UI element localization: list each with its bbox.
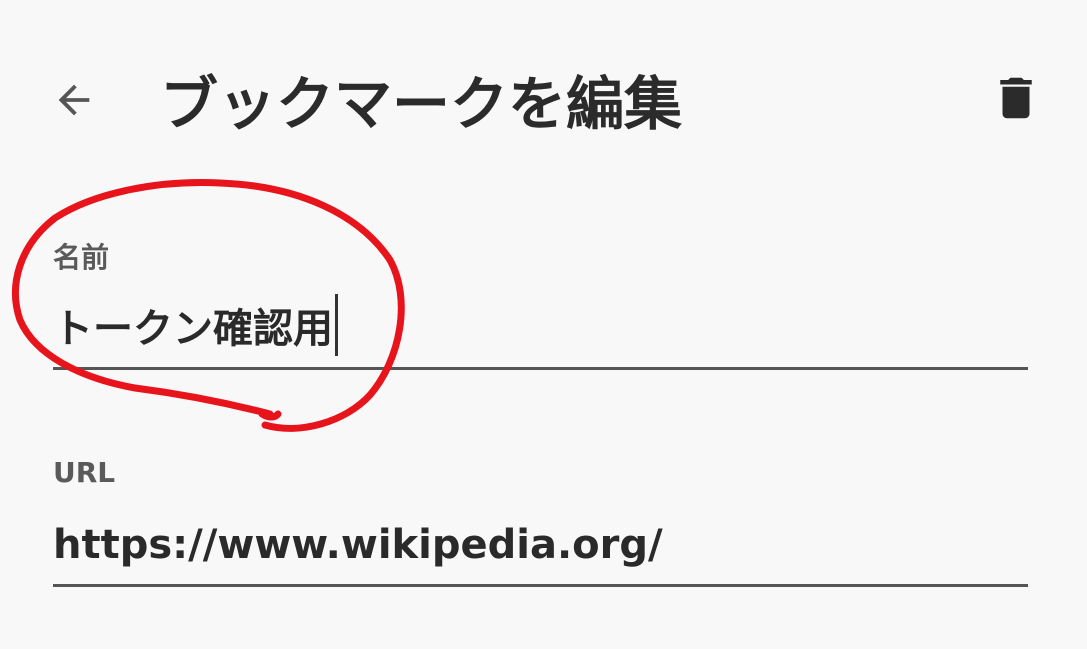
edit-bookmark-screen: ブックマークを編集 名前 トークン確認用 URL https://www.wik… xyxy=(0,0,1087,649)
name-field-value: トークン確認用 xyxy=(53,306,333,352)
url-field[interactable]: https://www.wikipedia.org/ xyxy=(53,514,1028,576)
delete-button[interactable] xyxy=(984,68,1048,132)
text-cursor xyxy=(335,294,338,356)
url-field-label: URL xyxy=(53,456,116,489)
url-field-value: https://www.wikipedia.org/ xyxy=(53,522,663,568)
trash-icon xyxy=(989,71,1043,129)
name-field[interactable]: トークン確認用 xyxy=(53,294,1028,356)
arrow-left-icon xyxy=(51,77,97,127)
back-button[interactable] xyxy=(42,70,106,134)
name-field-label: 名前 xyxy=(53,241,110,274)
url-field-underline xyxy=(53,584,1028,587)
name-field-underline xyxy=(53,367,1028,370)
page-title: ブックマークを編集 xyxy=(160,70,683,138)
